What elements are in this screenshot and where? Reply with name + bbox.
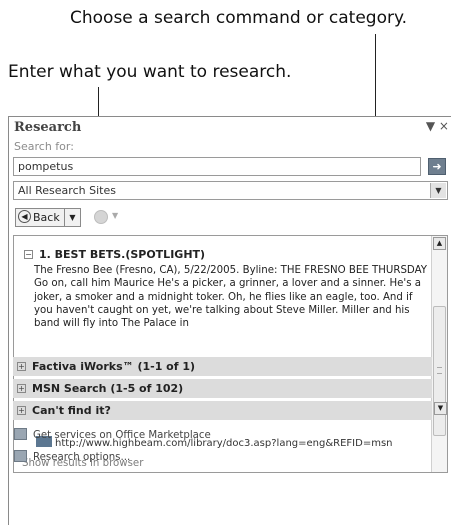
- result-group-label[interactable]: MSN Search (1-5 of 102): [32, 382, 183, 395]
- pane-window-controls[interactable]: ▼ ×: [426, 119, 449, 133]
- search-input[interactable]: [13, 157, 421, 176]
- expand-icon[interactable]: +: [17, 384, 26, 393]
- result-group[interactable]: + Factiva iWorks™ (1-1 of 1): [13, 357, 432, 376]
- scroll-down-icon[interactable]: ▼: [434, 402, 447, 415]
- expand-icon[interactable]: +: [17, 362, 26, 371]
- result-title[interactable]: −1. BEST BETS.(SPOTLIGHT): [24, 248, 205, 261]
- results-scrollbar[interactable]: ▲: [431, 236, 447, 472]
- office-marketplace-link[interactable]: Get services on Office Marketplace: [14, 428, 211, 441]
- research-options-link[interactable]: Research options...: [14, 450, 130, 463]
- start-searching-button[interactable]: ➜: [428, 158, 446, 175]
- result-group[interactable]: + Can't find it?: [13, 401, 432, 420]
- result-group-label[interactable]: Can't find it?: [32, 404, 111, 417]
- forward-dropdown-icon[interactable]: ▼: [112, 211, 118, 220]
- research-options-label[interactable]: Research options...: [33, 452, 130, 463]
- callout-search-command: Choose a search command or category.: [70, 8, 408, 28]
- collapse-icon[interactable]: −: [24, 250, 33, 259]
- expand-icon[interactable]: +: [17, 406, 26, 415]
- back-button[interactable]: ◀ Back: [15, 208, 65, 227]
- search-for-label: Search for:: [14, 140, 74, 153]
- result-group-label[interactable]: Factiva iWorks™ (1-1 of 1): [32, 360, 195, 373]
- scrollbar-thumb[interactable]: [433, 306, 446, 436]
- result-group[interactable]: + MSN Search (1-5 of 102): [13, 379, 432, 398]
- office-marketplace-label[interactable]: Get services on Office Marketplace: [33, 430, 211, 441]
- marketplace-icon: [14, 428, 27, 440]
- callout-enter-text: Enter what you want to research.: [8, 62, 292, 82]
- research-source-value: All Research Sites: [18, 184, 116, 197]
- grip-icon: [437, 367, 442, 374]
- back-dropdown-button[interactable]: ▼: [65, 208, 81, 227]
- arrow-right-icon: ➜: [432, 160, 442, 173]
- result-snippet: The Fresno Bee (Fresno, CA), 5/22/2005. …: [34, 265, 427, 330]
- options-icon: [14, 450, 27, 462]
- back-label: Back: [33, 211, 60, 224]
- research-pane: Research ▼ × Search for: ➜ All Research …: [8, 116, 451, 525]
- pane-title: Research: [14, 120, 82, 135]
- scroll-up-icon[interactable]: ▲: [433, 237, 446, 250]
- research-source-select[interactable]: All Research Sites ▼: [13, 181, 448, 200]
- chevron-down-icon[interactable]: ▼: [430, 183, 446, 198]
- result-title-text[interactable]: 1. BEST BETS.(SPOTLIGHT): [39, 248, 205, 261]
- back-arrow-icon: ◀: [18, 210, 31, 223]
- forward-button[interactable]: [94, 210, 108, 224]
